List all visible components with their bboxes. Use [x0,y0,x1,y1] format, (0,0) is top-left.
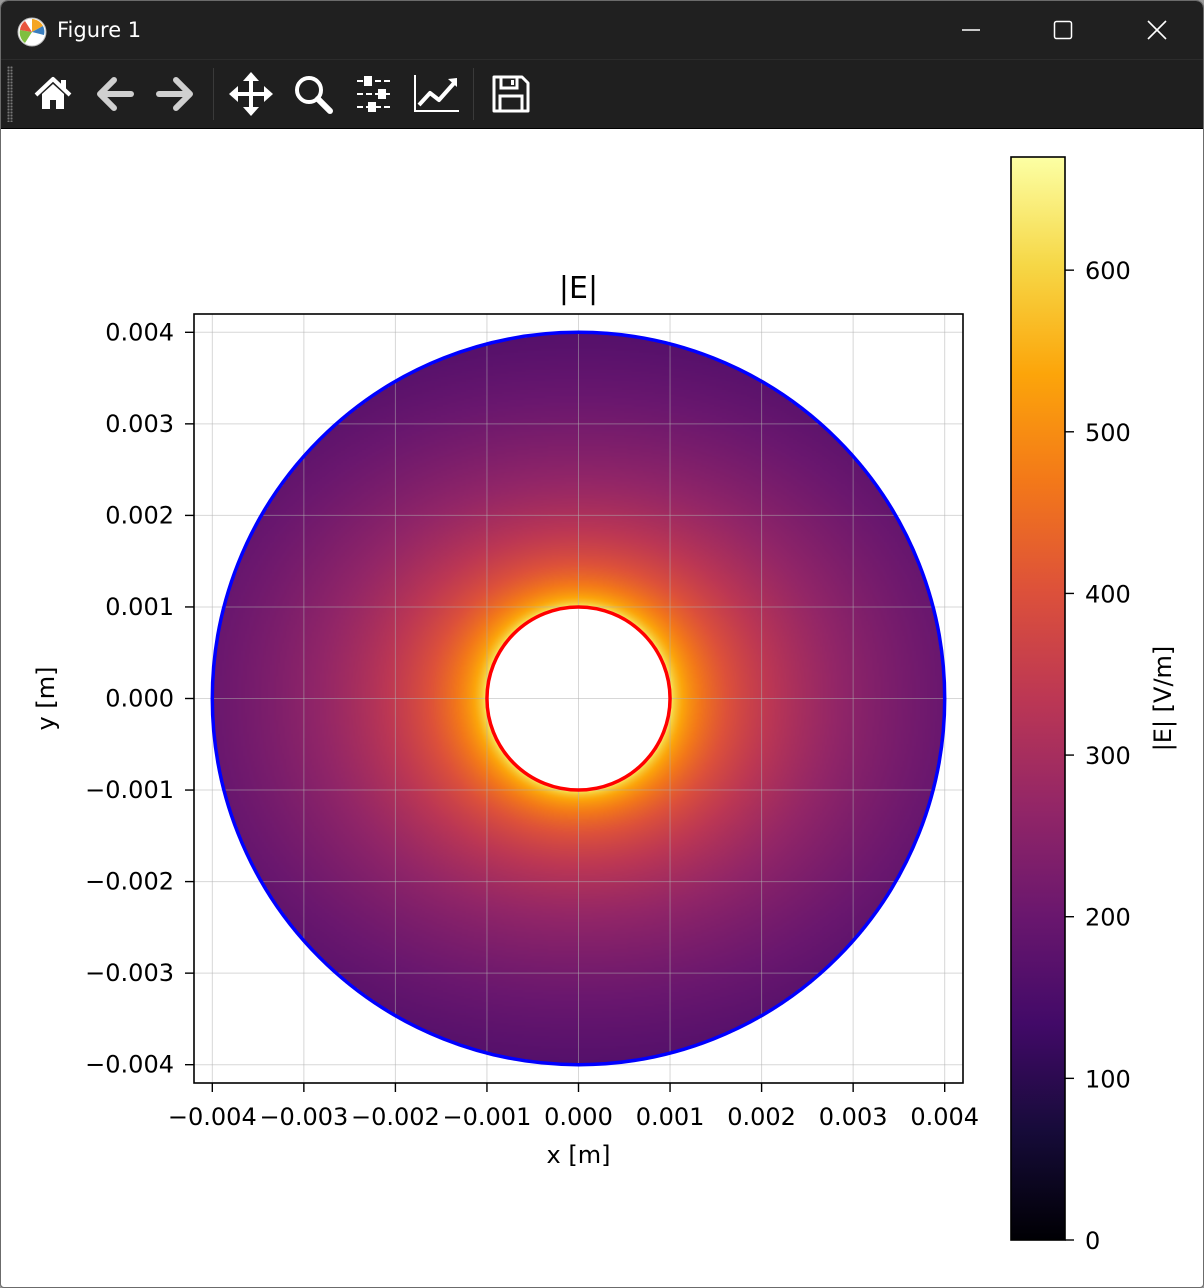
x-tick-label: 0.000 [544,1103,613,1131]
y-tick-label: −0.002 [85,868,174,896]
x-tick-label: 0.004 [910,1103,979,1131]
y-tick-label: −0.004 [85,1051,174,1079]
y-axis: 0.004 0.003 0.002 0.001 0.000 −0.001 −0.002 −0.… [85,318,194,1079]
x-tick-label: 0.002 [727,1103,796,1131]
plot-title: |E| [559,271,598,306]
colorbar-tick-label: 600 [1085,257,1131,285]
x-tick-label: −0.002 [351,1103,440,1131]
y-tick-label: 0.004 [105,318,174,346]
y-tick-label: 0.000 [105,685,174,713]
colorbar-tick-label: 200 [1085,904,1131,932]
x-axis: −0.004 −0.003 −0.002 −0.001 0.000 0.001 0.002 0… [168,1083,979,1131]
x-axis-label: x [m] [547,1141,611,1169]
y-tick-label: 0.001 [105,593,174,621]
y-tick-label: −0.003 [85,959,174,987]
colorbar-axis: 0 100 200 300 400 500 600 [1065,257,1131,1255]
y-tick-label: −0.001 [85,776,174,804]
x-tick-label: −0.003 [259,1103,348,1131]
colorbar-tick-label: 300 [1085,742,1131,770]
y-axis-label: y [m] [32,667,60,731]
colorbar-tick-label: 0 [1085,1227,1100,1255]
colorbar [1011,157,1065,1240]
colorbar-label: |E| [V/m] [1149,646,1177,752]
colorbar-tick-label: 500 [1085,419,1131,447]
x-tick-label: −0.001 [443,1103,532,1131]
colorbar-tick-label: 100 [1085,1065,1131,1093]
colorbar-tick-label: 400 [1085,580,1131,608]
figure-canvas[interactable]: |E| −0.004 −0.003 −0.002 −0.001 0.000 0.001 0.… [1,1,1204,1288]
x-tick-label: −0.004 [168,1103,257,1131]
y-tick-label: 0.003 [105,410,174,438]
y-tick-label: 0.002 [105,501,174,529]
x-tick-label: 0.003 [819,1103,888,1131]
x-tick-label: 0.001 [636,1103,705,1131]
figure-window: Figure 1 |E| −0.004 −0.003 −0.002 −0.001… [0,0,1204,1288]
